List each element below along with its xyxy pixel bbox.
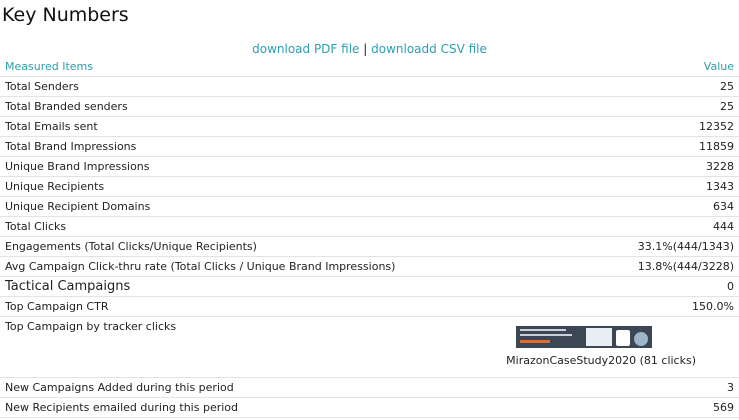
row-value: 3 (456, 377, 739, 398)
row-value: 3228 (456, 156, 739, 177)
table-row: Tactical Campaigns 0 (0, 276, 739, 297)
column-header-value: Value (456, 56, 739, 77)
row-label: Engagements (Total Clicks/Unique Recipie… (0, 236, 457, 257)
row-label: Unique Brand Impressions (0, 156, 457, 177)
table-row: Avg Campaign Click-thru rate (Total Clic… (0, 256, 739, 277)
table-row: New Campaigns Added during this period 3 (0, 377, 739, 398)
table-row: Total Emails sent 12352 (0, 116, 739, 137)
table-header-row: Measured Items Value (0, 56, 739, 77)
table-row: Total Clicks 444 (0, 216, 739, 237)
row-value: 13.8%(444/3228) (456, 256, 739, 277)
table-row: Unique Recipients 1343 (0, 176, 739, 197)
row-value: 33.1%(444/1343) (456, 236, 739, 257)
row-label: Avg Campaign Click-thru rate (Total Clic… (0, 256, 457, 277)
banner-device-image (634, 332, 648, 346)
table-row: New Recipients emailed during this perio… (0, 397, 739, 418)
table-row: Unique Recipient Domains 634 (0, 196, 739, 217)
row-label: Top Campaign CTR (0, 296, 457, 317)
banner-device-image (616, 330, 630, 346)
campaign-banner-thumbnail[interactable] (516, 326, 652, 348)
row-value: 634 (456, 196, 739, 217)
top-campaign-block: MirazonCaseStudy2020 (81 clicks) (496, 326, 696, 367)
banner-cta (520, 340, 550, 343)
top-campaign-caption: MirazonCaseStudy2020 (81 clicks) (506, 354, 696, 367)
row-value: 444 (456, 216, 739, 237)
row-value: 0 (456, 276, 739, 297)
row-value: 569 (456, 397, 739, 418)
row-value: 25 (456, 96, 739, 117)
row-value: 1343 (456, 176, 739, 197)
download-links: download PDF file | downloadd CSV file (0, 42, 739, 56)
row-label: Unique Recipient Domains (0, 196, 457, 217)
page-title: Key Numbers (2, 4, 129, 26)
row-value: 25 (456, 76, 739, 97)
key-numbers-table: Measured Items Value Total Senders 25 To… (0, 56, 739, 418)
download-csv-link[interactable]: downloadd CSV file (371, 42, 487, 56)
download-pdf-link[interactable]: download PDF file (252, 42, 359, 56)
table-row: Total Brand Impressions 11859 (0, 136, 739, 157)
row-label: Total Brand Impressions (0, 136, 457, 157)
row-label: Total Branded senders (0, 96, 457, 117)
table-row: Top Campaign by tracker clicks MirazonCa… (0, 316, 739, 378)
table-row: Engagements (Total Clicks/Unique Recipie… (0, 236, 739, 257)
row-label: Top Campaign by tracker clicks (0, 316, 457, 378)
download-separator: | (363, 42, 368, 56)
row-label: Tactical Campaigns (0, 276, 457, 297)
row-value: 11859 (456, 136, 739, 157)
row-value: 12352 (456, 116, 739, 137)
row-label: Total Clicks (0, 216, 457, 237)
table-row: Total Branded senders 25 (0, 96, 739, 117)
banner-text-line (520, 329, 566, 331)
row-label: Total Emails sent (0, 116, 457, 137)
row-label: Unique Recipients (0, 176, 457, 197)
row-label: Total Senders (0, 76, 457, 97)
row-value-cell: MirazonCaseStudy2020 (81 clicks) (456, 316, 739, 378)
row-label: New Campaigns Added during this period (0, 377, 457, 398)
table-row: Unique Brand Impressions 3228 (0, 156, 739, 177)
banner-device-image (586, 328, 612, 346)
table-row: Top Campaign CTR 150.0% (0, 296, 739, 317)
table-row: Total Senders 25 (0, 76, 739, 97)
column-header-measured-items: Measured Items (0, 56, 457, 77)
banner-text-line (520, 334, 572, 336)
row-label: New Recipients emailed during this perio… (0, 397, 457, 418)
row-value: 150.0% (456, 296, 739, 317)
